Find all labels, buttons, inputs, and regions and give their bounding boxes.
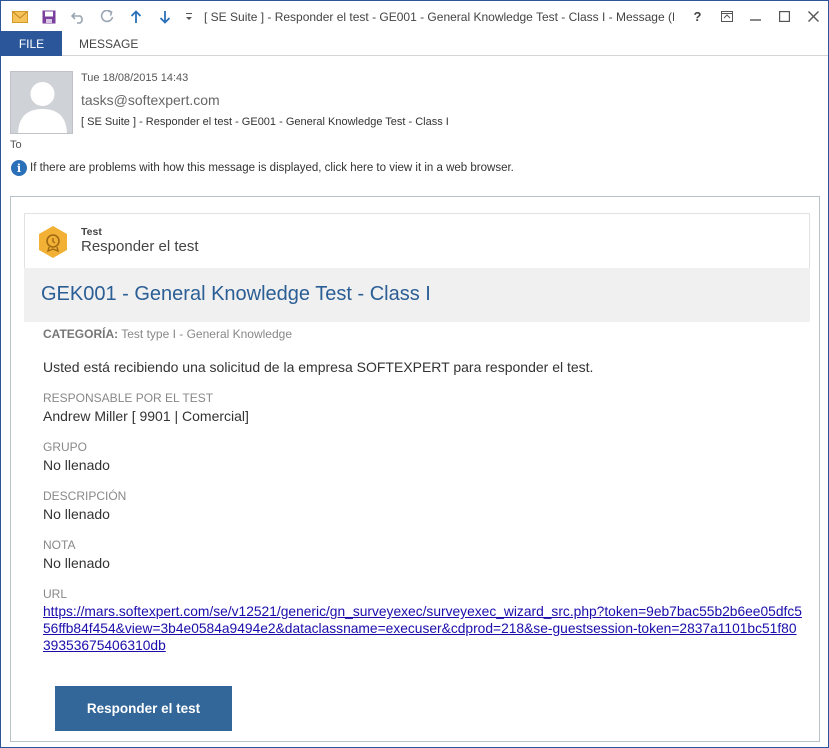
minimize-icon[interactable] — [741, 5, 770, 27]
category-line: CATEGORÍA: Test type I - General Knowled… — [43, 327, 292, 341]
category-label: CATEGORÍA: — [43, 327, 119, 341]
message-header: Tue 18/08/2015 14:43 tasks@softexpert.co… — [1, 57, 828, 181]
outlook-message-window: [ SE Suite ] - Responder el test - GE001… — [0, 0, 829, 748]
quick-access-toolbar — [9, 7, 202, 27]
field-label-descripcion: DESCRIPCIÓN — [43, 489, 127, 503]
close-icon[interactable] — [799, 5, 828, 27]
title-band: GEK001 - General Knowledge Test - Class … — [24, 268, 810, 322]
sender-address[interactable]: tasks@softexpert.com — [81, 92, 220, 108]
card-title: Responder el test — [81, 238, 199, 255]
responder-test-button[interactable]: Responder el test — [55, 686, 232, 731]
avatar[interactable] — [10, 71, 73, 134]
ribbon-tabs: FILE MESSAGE — [1, 31, 828, 56]
message-subject: [ SE Suite ] - Responder el test - GE001… — [81, 116, 449, 128]
up-arrow-icon[interactable] — [125, 7, 147, 27]
test-badge-icon — [39, 226, 67, 258]
sent-date: Tue 18/08/2015 14:43 — [81, 72, 189, 84]
task-card-header: Test Responder el test — [24, 213, 810, 268]
field-value-responsable: Andrew Miller [ 9901 | Comercial] — [43, 408, 249, 424]
window-controls: ? — [683, 5, 828, 27]
field-label-grupo: GRUPO — [43, 440, 88, 454]
field-label-responsable: RESPONSABLE POR EL TEST — [43, 391, 214, 405]
field-label-nota: NOTA — [43, 538, 76, 552]
field-value-descripcion: No llenado — [43, 506, 110, 522]
down-arrow-icon[interactable] — [154, 7, 176, 27]
maximize-icon[interactable] — [770, 5, 799, 27]
save-icon[interactable] — [38, 7, 60, 27]
test-title: GEK001 - General Knowledge Test - Class … — [41, 283, 431, 305]
to-label: To — [10, 139, 22, 151]
redo-icon[interactable] — [96, 7, 118, 27]
help-button[interactable]: ? — [683, 5, 712, 27]
customize-icon[interactable] — [183, 7, 195, 27]
mail-icon[interactable] — [9, 7, 31, 27]
url-label: URL — [43, 587, 68, 601]
restore-ribbon-icon[interactable] — [712, 5, 741, 27]
category-value: Test type I - General Knowledge — [121, 327, 292, 341]
card-type-label: Test — [81, 226, 102, 238]
undo-icon[interactable] — [67, 7, 89, 27]
title-bar: [ SE Suite ] - Responder el test - GE001… — [1, 1, 828, 31]
infobar[interactable]: i If there are problems with how this me… — [11, 160, 514, 176]
infobar-text[interactable]: If there are problems with how this mess… — [30, 162, 514, 174]
intro-text: Usted está recibiendo una solicitud de l… — [43, 359, 594, 375]
field-value-grupo: No llenado — [43, 457, 110, 473]
info-icon: i — [11, 160, 27, 176]
window-title: [ SE Suite ] - Responder el test - GE001… — [204, 10, 674, 24]
tab-file[interactable]: FILE — [1, 31, 62, 56]
tab-message[interactable]: MESSAGE — [79, 37, 138, 51]
message-body: Test Responder el test GEK001 - General … — [10, 196, 820, 742]
survey-url-link[interactable]: https://mars.softexpert.com/se/v12521/ge… — [43, 603, 803, 654]
person-silhouette-icon — [18, 82, 67, 133]
field-value-nota: No llenado — [43, 555, 110, 571]
